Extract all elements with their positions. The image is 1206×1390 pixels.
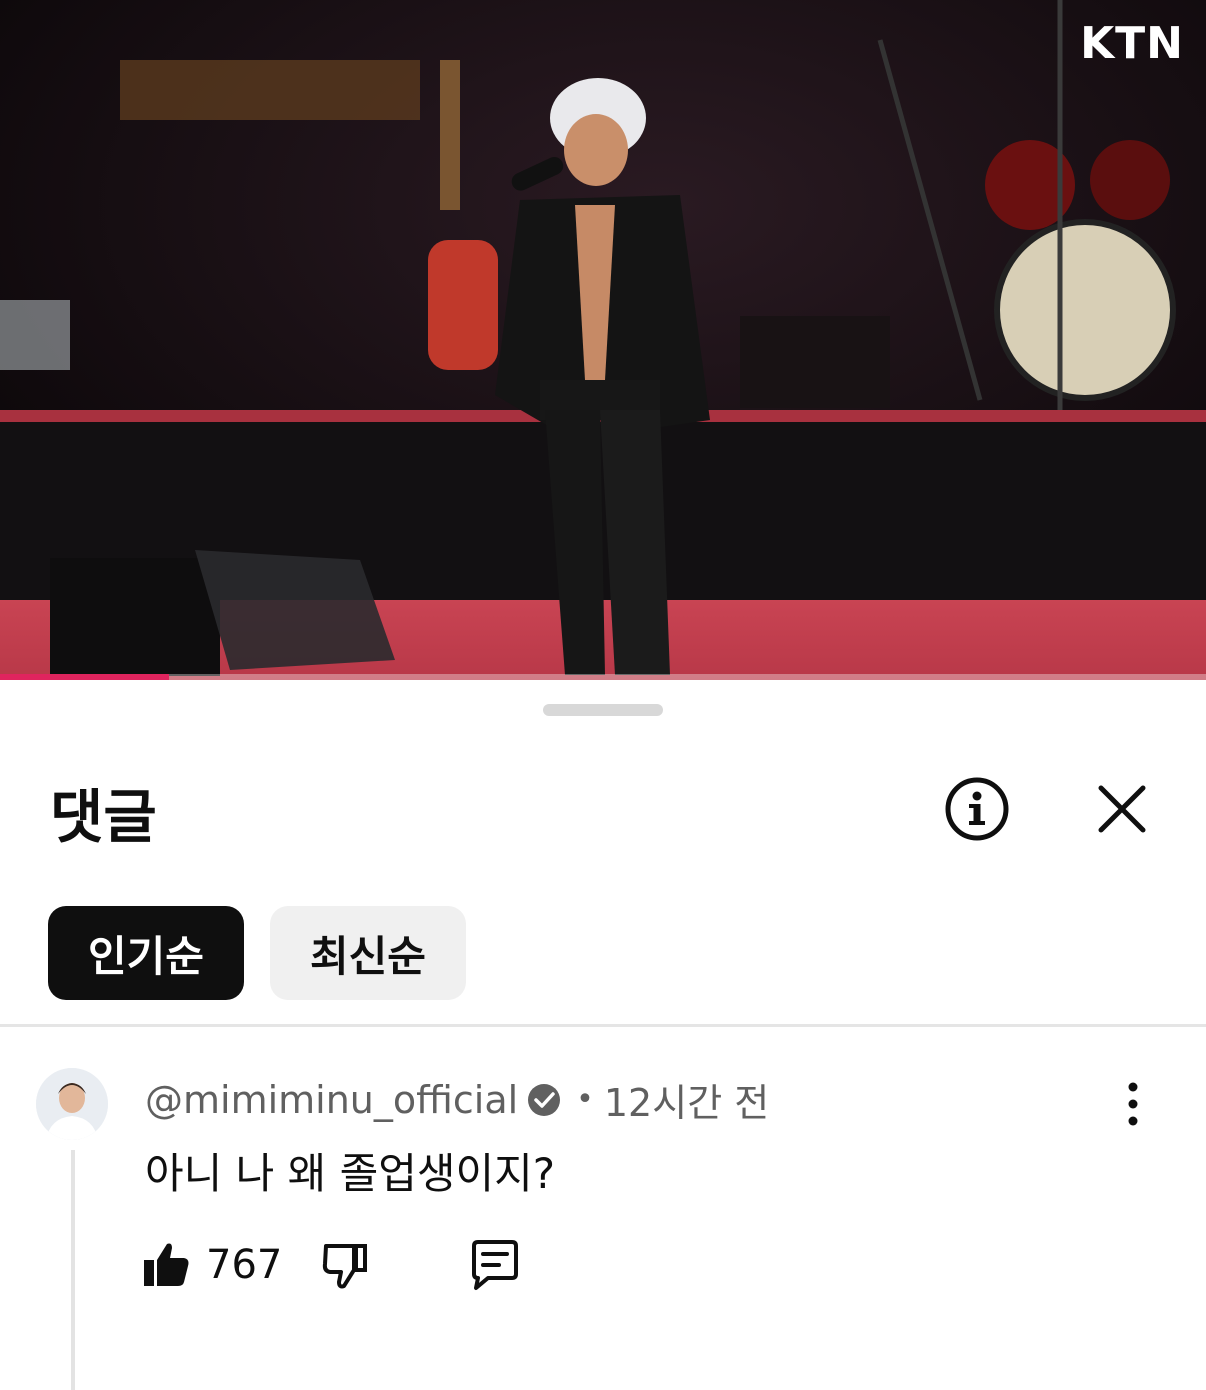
sort-chip-popular[interactable]: 인기순	[48, 906, 244, 1000]
video-progress-bar[interactable]	[0, 674, 1206, 680]
thumbs-up-icon[interactable]	[140, 1238, 194, 1292]
comment-text: 아니 나 왜 졸업생이지?	[145, 1149, 556, 1198]
like-count: 767	[206, 1242, 283, 1288]
comments-title: 댓글	[50, 783, 157, 851]
video-player[interactable]: KTN	[0, 0, 1206, 680]
close-icon[interactable]	[1095, 782, 1149, 836]
meta-separator: •	[576, 1082, 594, 1117]
avatar[interactable]	[36, 1068, 108, 1140]
video-progress-fill	[0, 674, 169, 680]
channel-watermark: KTN	[1080, 18, 1184, 69]
info-icon[interactable]	[944, 776, 1010, 842]
comment-meta: @mimiminu_official • 12시간 전	[145, 1072, 769, 1127]
video-frame-concert-stage	[0, 0, 1206, 680]
reply-icon[interactable]	[468, 1238, 522, 1292]
reply-thread-line	[71, 1150, 75, 1390]
comment-time: 12시간 전	[603, 1081, 770, 1125]
verified-check-icon	[526, 1082, 562, 1118]
comments-sheet: 댓글 인기순 최신순 @mimiminu_official • 12시간 전 아…	[0, 682, 1206, 1390]
sheet-drag-handle[interactable]	[543, 704, 663, 716]
comment-actions: 767	[140, 1238, 522, 1292]
header-divider	[0, 1024, 1206, 1027]
comment-author[interactable]: @mimiminu_official	[145, 1078, 518, 1122]
thumbs-down-icon[interactable]	[318, 1238, 372, 1292]
sort-chip-newest[interactable]: 최신순	[270, 906, 466, 1000]
more-options-icon[interactable]	[1118, 1080, 1148, 1128]
